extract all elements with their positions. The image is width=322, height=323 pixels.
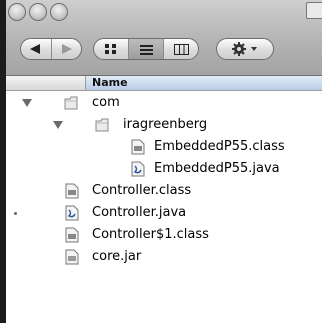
back-forward-control: [20, 38, 82, 60]
list-item-core-jar[interactable]: core.jar: [6, 246, 322, 268]
disclosure-triangle-icon[interactable]: [22, 99, 32, 107]
item-label: com: [92, 95, 120, 110]
folder-proxy-icon[interactable]: [306, 2, 322, 19]
list-item-controller-class[interactable]: Controller.class: [6, 180, 322, 202]
back-arrow-icon: [29, 44, 40, 54]
item-label: Controller$1.class: [92, 227, 209, 242]
resize-handle[interactable]: [14, 212, 17, 215]
title-bar: [6, 0, 322, 76]
list-view-icon: [139, 44, 153, 55]
class-file-icon: [65, 183, 79, 199]
item-label: EmbeddedP55.java: [154, 161, 280, 176]
list-header: Name: [6, 76, 322, 91]
list-item-com[interactable]: com: [6, 92, 322, 114]
column-view-button[interactable]: [163, 39, 198, 59]
item-label: Controller.class: [92, 183, 192, 198]
minimize-button[interactable]: [29, 3, 47, 21]
action-menu-content: [217, 39, 273, 59]
item-label: Controller.java: [92, 205, 187, 220]
zoom-button[interactable]: [50, 3, 68, 21]
item-label: EmbeddedP55.class: [154, 139, 285, 154]
list-item-embeddedp55-class[interactable]: EmbeddedP55.class: [6, 136, 322, 158]
gear-icon: [232, 42, 257, 56]
java-file-icon: [65, 205, 79, 221]
list-item-embeddedp55-java[interactable]: EmbeddedP55.java: [6, 158, 322, 180]
folder-icon: [64, 96, 78, 110]
icon-view-icon: [105, 43, 116, 54]
forward-button[interactable]: [50, 39, 82, 59]
list-view-button[interactable]: [128, 39, 163, 59]
list-item-controller-java[interactable]: Controller.java: [6, 202, 322, 224]
column-view-icon: [173, 43, 189, 55]
action-menu-button[interactable]: [216, 38, 274, 60]
icon-view-button[interactable]: [94, 39, 128, 59]
disclosure-triangle-icon[interactable]: [53, 121, 63, 129]
class-file-icon: [131, 139, 145, 155]
back-button[interactable]: [21, 39, 51, 59]
jar-file-icon: [65, 249, 79, 265]
item-label: core.jar: [92, 249, 142, 264]
java-file-icon: [131, 161, 145, 177]
forward-arrow-icon: [62, 44, 73, 54]
list-item-iragreenberg[interactable]: iragreenberg: [6, 114, 322, 136]
folder-icon: [95, 118, 109, 132]
class-file-icon: [65, 227, 79, 243]
list-item-controller1-class[interactable]: Controller$1.class: [6, 224, 322, 246]
close-button[interactable]: [8, 3, 26, 21]
name-column-label: Name: [92, 76, 128, 89]
view-mode-control: [93, 38, 199, 60]
item-label: iragreenberg: [123, 117, 208, 132]
finder-window: Name com iragreenberg EmbeddedP55.class …: [6, 0, 322, 323]
